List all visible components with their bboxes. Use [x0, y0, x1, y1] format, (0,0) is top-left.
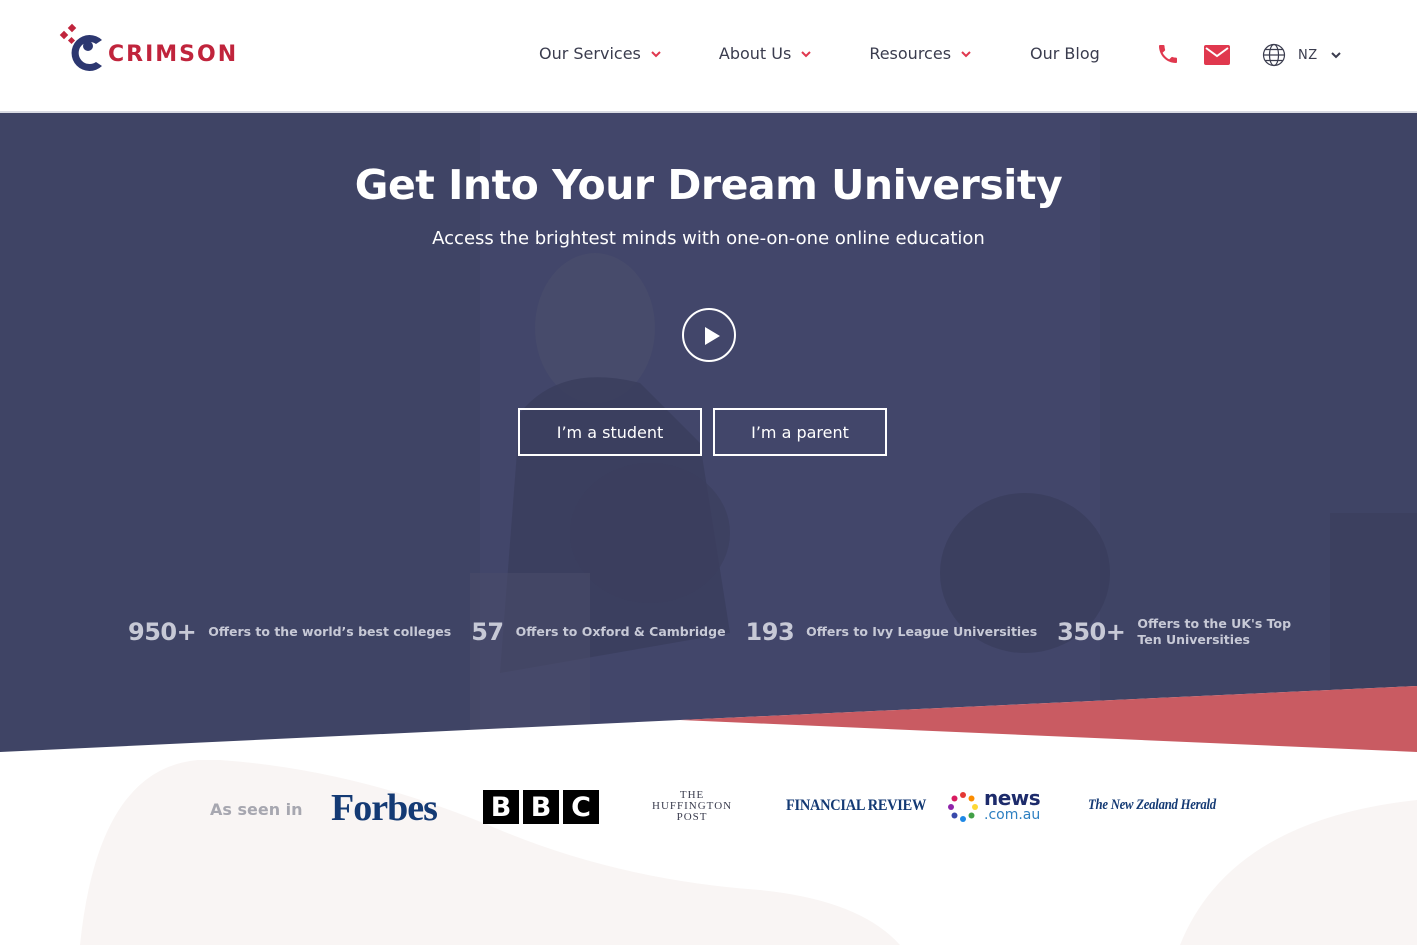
hero-subtitle: Access the brightest minds with one-on-o…: [432, 228, 985, 249]
stat-number: 350+: [1057, 618, 1126, 646]
main-nav: Our Services About Us Resources Our Blog: [539, 44, 1100, 63]
news-dots-icon: [948, 792, 978, 822]
nz-herald-logo: The New Zealand Herald: [1088, 797, 1216, 813]
stat-item: 57 Offers to Oxford & Cambridge: [471, 618, 725, 646]
site-header: CRIMSON Our Services About Us Resources …: [0, 0, 1417, 113]
hero-divider: [0, 686, 1417, 756]
huffington-line: POST: [676, 811, 708, 823]
stat-label: Offers to Ivy League Universities: [806, 624, 1038, 639]
huffington-post-logo: THE HUFFINGTON POST: [652, 790, 732, 823]
phone-icon[interactable]: [1156, 42, 1180, 66]
bbc-letter: C: [563, 790, 599, 824]
nav-label: Resources: [869, 44, 952, 63]
locale-value: NZ: [1298, 47, 1318, 63]
chevron-down-icon: [1330, 52, 1341, 59]
chevron-down-icon: [651, 50, 661, 57]
as-seen-in-label: As seen in: [210, 800, 303, 819]
stat-number: 950+: [128, 618, 197, 646]
nav-our-blog[interactable]: Our Blog: [1030, 44, 1100, 63]
crimson-logo-mark: [58, 22, 106, 76]
play-icon: [705, 327, 720, 345]
bbc-letter: B: [483, 790, 519, 824]
financial-review-logo: FINANCIAL REVIEW: [786, 797, 927, 814]
chevron-down-icon: [961, 50, 971, 57]
stat-label: Offers to the UK's Top Ten Universities: [1137, 616, 1292, 647]
globe-icon: [1262, 43, 1286, 67]
stat-item: 193 Offers to Ivy League Universities: [746, 618, 1038, 646]
stat-number: 193: [745, 618, 795, 646]
press-background-shape: [80, 760, 1417, 945]
news-domain: .com.au: [984, 807, 1041, 823]
hero-background-image: [0, 113, 1417, 753]
stat-item: 350+ Offers to the UK's Top Ten Universi…: [1057, 616, 1317, 648]
bbc-logo: B B C: [483, 790, 599, 824]
locale-selector[interactable]: NZ: [1262, 43, 1342, 67]
nav-resources[interactable]: Resources: [869, 44, 972, 63]
crimson-logo[interactable]: CRIMSON: [58, 22, 238, 76]
stat-number: 57: [471, 618, 504, 646]
nav-about-us[interactable]: About Us: [719, 44, 812, 63]
nav-label: Our Blog: [1030, 44, 1100, 63]
hero-title: Get Into Your Dream University: [354, 161, 1063, 209]
hero-section: Get Into Your Dream University Access th…: [0, 113, 1417, 753]
nav-label: Our Services: [539, 44, 641, 63]
student-button[interactable]: I’m a student: [518, 408, 702, 456]
stat-item: 950+ Offers to the world’s best colleges: [128, 618, 451, 646]
play-video-button[interactable]: [682, 308, 736, 362]
news-com-au-logo: news .com.au: [948, 786, 1041, 824]
bbc-letter: B: [523, 790, 559, 824]
nav-our-services[interactable]: Our Services: [539, 44, 662, 63]
forbes-logo: Forbes: [331, 787, 438, 829]
news-wordmark: news: [984, 786, 1041, 810]
chevron-down-icon: [801, 50, 812, 57]
mail-icon[interactable]: [1204, 45, 1230, 65]
press-section: As seen in Forbes B B C THE HUFFINGTON P…: [0, 760, 1417, 945]
brand-name: CRIMSON: [108, 41, 239, 67]
stat-label: Offers to Oxford & Cambridge: [515, 624, 726, 639]
nav-label: About Us: [718, 44, 792, 63]
stats-row: 950+ Offers to the world’s best colleges…: [128, 616, 1337, 648]
parent-button[interactable]: I’m a parent: [713, 408, 887, 456]
stat-label: Offers to the world’s best colleges: [208, 624, 452, 639]
